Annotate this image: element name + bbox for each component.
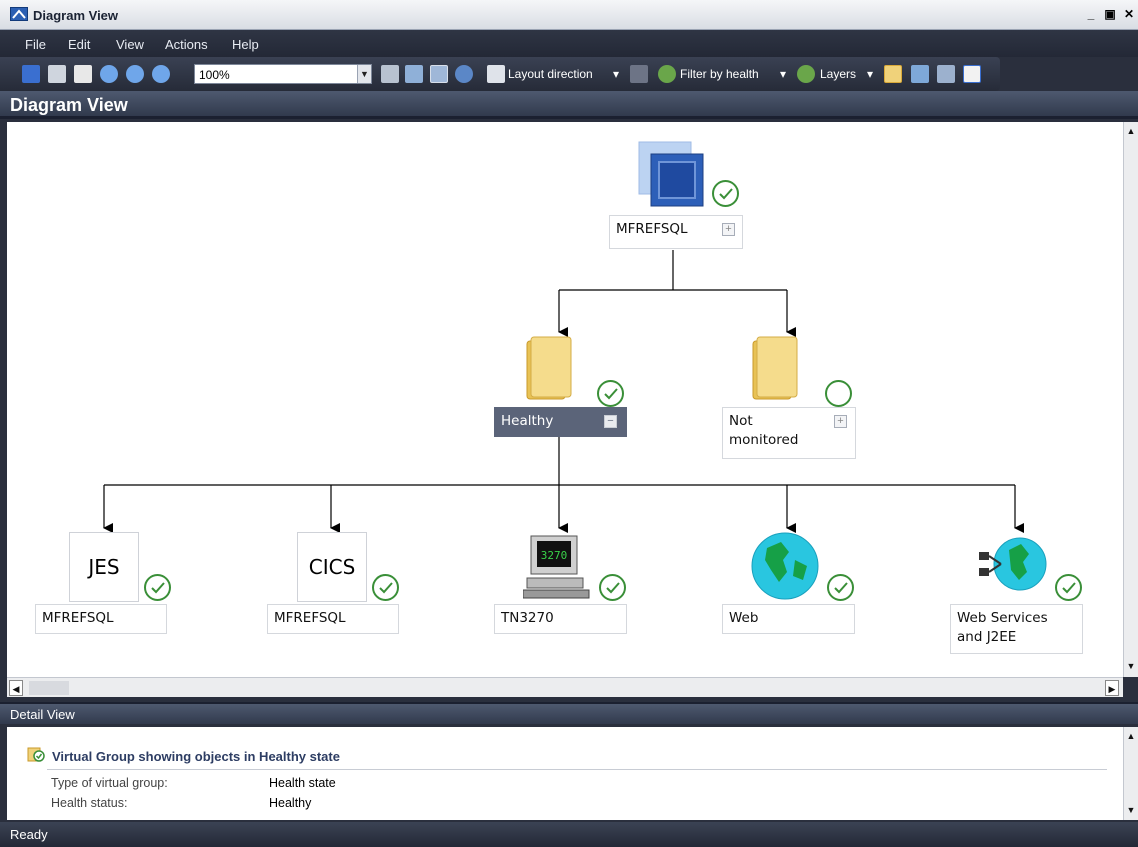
healthy-check-icon (372, 574, 399, 601)
leaf-node-text: MFREFSQL (274, 610, 346, 626)
healthy-check-icon (712, 180, 739, 207)
expand-icon[interactable]: + (722, 223, 735, 236)
globe-icon (751, 532, 819, 600)
terminal-3270-icon: 3270 (523, 535, 590, 599)
close-button[interactable]: ✕ (1120, 7, 1138, 23)
leaf-node-text: Web Services and J2EE (957, 610, 1048, 645)
diagram-view-header: Diagram View (0, 91, 1138, 119)
leaf-node-web-services[interactable]: Web Services and J2EE (950, 604, 1083, 654)
expand-icon[interactable] (630, 65, 648, 83)
folder-icon (752, 336, 798, 400)
detail-value-health: Healthy (269, 796, 312, 810)
menu-edit[interactable]: Edit (68, 37, 90, 52)
magnify-icon[interactable] (100, 65, 118, 83)
chevron-down-icon[interactable]: ▾ (780, 67, 786, 81)
layers-icon[interactable] (797, 65, 815, 83)
layout-direction-icon[interactable] (487, 65, 505, 83)
detail-title: Virtual Group showing objects in Healthy… (52, 749, 340, 764)
healthy-check-icon (144, 574, 171, 601)
healthy-check-icon (1055, 574, 1082, 601)
diagram-view-app-icon (10, 7, 28, 21)
diagram-canvas[interactable]: MFREFSQL + Healthy − Not monitored + JES (7, 122, 1123, 677)
collapse-icon[interactable]: − (604, 415, 617, 428)
tree-layout-icon[interactable] (430, 65, 448, 83)
zoom-level-value: 100% (199, 68, 230, 82)
zoom-out-icon[interactable] (152, 65, 170, 83)
menu-actions[interactable]: Actions (165, 37, 208, 52)
diagram-vertical-scrollbar[interactable]: ▲ ▼ (1123, 122, 1138, 677)
computer-group-icon (638, 141, 704, 207)
details-icon[interactable] (937, 65, 955, 83)
layers-button[interactable]: Layers (820, 67, 856, 81)
chevron-down-icon[interactable]: ▾ (867, 67, 873, 81)
virtual-group-icon (27, 747, 45, 762)
health-filter-icon[interactable] (658, 65, 676, 83)
menu-bar: File Edit View Actions Help (0, 30, 1138, 57)
web-services-icon (979, 537, 1047, 591)
menu-help[interactable]: Help (232, 37, 259, 52)
healthy-check-icon (827, 574, 854, 601)
diagram-horizontal-scrollbar[interactable]: ◀ ▶ (7, 677, 1123, 697)
print-preview-icon[interactable] (74, 65, 92, 83)
healthy-check-icon (599, 574, 626, 601)
menu-view[interactable]: View (116, 37, 144, 52)
save-icon[interactable] (22, 65, 40, 83)
leaf-node-cics[interactable]: MFREFSQL (267, 604, 399, 634)
not-monitored-status-icon (825, 380, 852, 407)
expand-icon[interactable]: + (834, 415, 847, 428)
menu-file[interactable]: File (25, 37, 46, 52)
healthy-check-icon (597, 380, 624, 407)
detail-vertical-scrollbar[interactable]: ▲ ▼ (1123, 727, 1138, 820)
toolbar: 100% ▼ Layout direction ▾ Filter by heal… (0, 57, 1000, 91)
scroll-down-icon[interactable]: ▼ (1124, 803, 1138, 817)
chevron-down-icon[interactable]: ▾ (613, 67, 619, 81)
horizontal-scroll-thumb[interactable] (29, 681, 69, 695)
leaf-node-text: MFREFSQL (42, 610, 114, 626)
detail-key-health: Health status: (51, 796, 128, 810)
folder-icon (526, 336, 572, 400)
scroll-left-icon[interactable]: ◀ (9, 680, 23, 696)
detail-pane-icon[interactable] (963, 65, 981, 83)
cics-icon: CICS (297, 532, 367, 602)
restore-button[interactable]: ▣ (1101, 7, 1119, 23)
divider (47, 769, 1107, 770)
status-bar: Ready (0, 822, 1138, 847)
detail-view-panel: Virtual Group showing objects in Healthy… (7, 727, 1123, 820)
layout-direction-button[interactable]: Layout direction (508, 67, 593, 81)
leaf-node-web[interactable]: Web (722, 604, 855, 634)
terminal-3270-text: 3270 (541, 549, 568, 562)
leaf-node-tn3270[interactable]: TN3270 (494, 604, 627, 634)
zoom-in-icon[interactable] (126, 65, 144, 83)
scroll-right-icon[interactable]: ▶ (1105, 680, 1119, 696)
not-monitored-group-text: Not monitored (729, 413, 799, 448)
leaf-node-text: Web (729, 610, 759, 626)
leaf-node-jes[interactable]: MFREFSQL (35, 604, 167, 634)
pan-icon[interactable] (455, 65, 473, 83)
detail-view-title: Detail View (10, 707, 75, 722)
filter-by-health-button[interactable]: Filter by health (680, 67, 759, 81)
application-window: Diagram View _ ▣ ✕ File Edit View Action… (0, 0, 1138, 847)
scroll-down-icon[interactable]: ▼ (1124, 659, 1138, 673)
leaf-node-text: TN3270 (501, 610, 554, 626)
status-text: Ready (10, 827, 48, 842)
minimize-button[interactable]: _ (1082, 7, 1100, 23)
fit-to-window-icon[interactable] (381, 65, 399, 83)
properties-icon[interactable] (911, 65, 929, 83)
chevron-down-icon[interactable]: ▼ (357, 65, 371, 83)
root-node-text: MFREFSQL (616, 221, 688, 237)
print-icon[interactable] (48, 65, 66, 83)
jes-icon: JES (69, 532, 139, 602)
title-bar: Diagram View _ ▣ ✕ (0, 0, 1138, 30)
window-title: Diagram View (33, 8, 119, 23)
highlight-icon[interactable] (884, 65, 902, 83)
zoom-level-select[interactable]: 100% ▼ (194, 64, 372, 84)
scroll-up-icon[interactable]: ▲ (1124, 124, 1138, 138)
detail-view-header: Detail View (0, 702, 1138, 724)
healthy-group-text: Healthy (501, 413, 554, 429)
diagram-view-title: Diagram View (10, 95, 128, 115)
detail-value-type: Health state (269, 776, 336, 790)
scroll-up-icon[interactable]: ▲ (1124, 729, 1138, 743)
detail-key-type: Type of virtual group: (51, 776, 168, 790)
auto-layout-icon[interactable] (405, 65, 423, 83)
